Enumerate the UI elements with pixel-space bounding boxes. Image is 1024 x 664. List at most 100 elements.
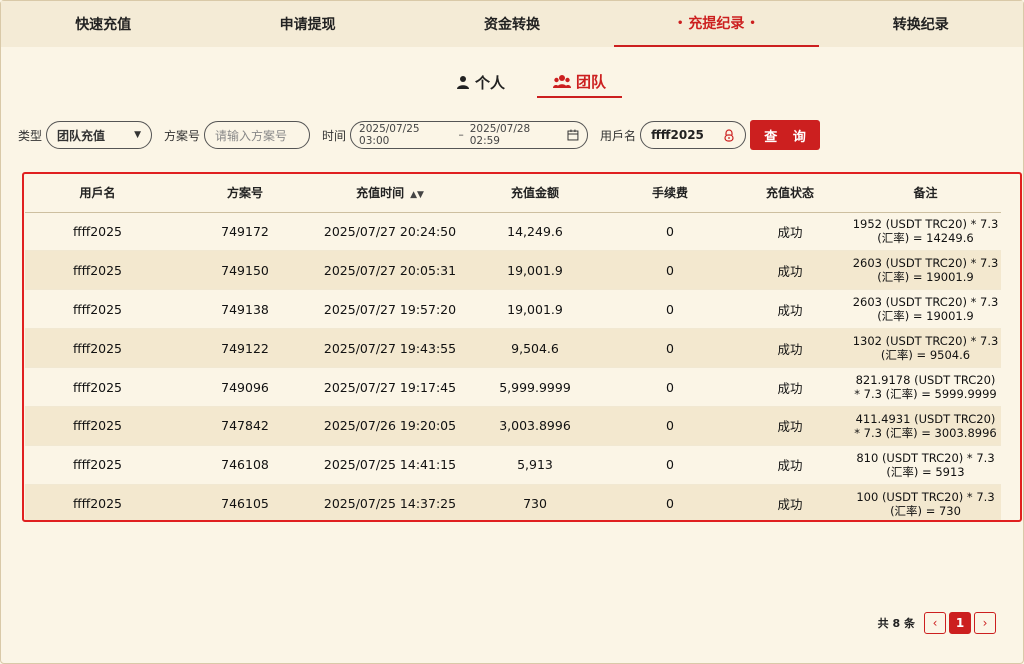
- col-note: 备注: [850, 174, 1001, 213]
- cell-note: 411.4931 (USDT TRC20) * 7.3 (汇率) = 3003.…: [850, 406, 1001, 446]
- cell-note: 1302 (USDT TRC20) * 7.3 (汇率) = 9504.6: [850, 328, 1001, 369]
- cell-username: ffff2025: [25, 212, 170, 252]
- tab-transfer-records[interactable]: 转换纪录: [819, 1, 1023, 47]
- time-label: 时间: [322, 128, 347, 143]
- cell-status: 成功: [730, 328, 850, 369]
- cell-status: 成功: [730, 367, 850, 407]
- top-tabs: 快速充值 申请提现 资金转换 • 充提纪录 • 转换纪录: [1, 1, 1023, 47]
- date-range-separator: –: [458, 129, 464, 141]
- scope-team[interactable]: 团队: [537, 66, 623, 98]
- type-select[interactable]: 团队充值 ▼: [46, 121, 153, 149]
- filter-bar: 类型 团队充值 ▼ 方案号 请输入方案号 时间 2025/07/25 03:00…: [18, 120, 821, 150]
- col-deposit-time-label: 充值时间: [356, 186, 405, 201]
- cell-amount: 5,913: [460, 445, 610, 485]
- tab-label: 资金转换: [483, 17, 540, 33]
- scope-personal[interactable]: 个人: [440, 66, 521, 98]
- tab-label: 快速充值: [75, 17, 132, 33]
- cell-note: 100 (USDT TRC20) * 7.3 (汇率) = 730: [850, 484, 1001, 520]
- calendar-icon: [567, 129, 579, 141]
- scope-toggle: 个人 团队: [440, 66, 623, 98]
- sort-icon[interactable]: ▲▼: [410, 190, 424, 200]
- cell-amount: 9,504.6: [460, 328, 610, 369]
- scope-personal-label: 个人: [475, 73, 506, 92]
- col-deposit-time[interactable]: 充值时间 ▲▼: [320, 174, 460, 213]
- cell-fee: 0: [610, 406, 730, 446]
- cell-amount: 14,249.6: [460, 212, 610, 252]
- cell-username: ffff2025: [25, 289, 170, 330]
- col-amount: 充值金额: [460, 174, 610, 213]
- chevron-left-icon: ‹: [932, 616, 938, 630]
- cell-note: 810 (USDT TRC20) * 7.3 (汇率) = 5913: [850, 445, 1001, 485]
- cell-fee: 0: [610, 328, 730, 369]
- cell-amount: 730: [460, 484, 610, 520]
- cell-status: 成功: [730, 289, 850, 330]
- cell-case-number: 749150: [170, 250, 320, 291]
- cell-case-number: 749138: [170, 289, 320, 330]
- cell-case-number: 749172: [170, 212, 320, 252]
- cell-case-number: 749122: [170, 328, 320, 369]
- cell-username: ffff2025: [25, 406, 170, 446]
- tab-label: 充提纪录: [688, 16, 745, 32]
- tab-quick-deposit[interactable]: 快速充值: [1, 1, 205, 47]
- tab-fund-transfer[interactable]: 资金转换: [410, 1, 614, 47]
- cell-case-number: 746105: [170, 484, 320, 520]
- table-row: ffff2025 749122 2025/07/27 19:43:55 9,50…: [25, 328, 1001, 369]
- cell-time: 2025/07/27 20:05:31: [320, 250, 460, 291]
- prev-page-button[interactable]: ‹: [924, 612, 946, 634]
- col-status: 充值状态: [730, 174, 850, 213]
- cell-time: 2025/07/27 19:43:55: [320, 328, 460, 369]
- cell-time: 2025/07/25 14:41:15: [320, 445, 460, 485]
- query-button[interactable]: 查 询: [750, 120, 821, 150]
- cell-status: 成功: [730, 250, 850, 291]
- next-page-button[interactable]: ›: [974, 612, 996, 634]
- cell-status: 成功: [730, 212, 850, 252]
- date-range-end: 2025/07/28 02:59: [469, 123, 531, 147]
- cell-username: ffff2025: [25, 367, 170, 407]
- cell-case-number: 749096: [170, 367, 320, 407]
- col-username: 用戶名: [25, 174, 170, 213]
- table-row: ffff2025 749138 2025/07/27 19:57:20 19,0…: [25, 289, 1001, 330]
- cell-time: 2025/07/26 19:20:05: [320, 406, 460, 446]
- cell-username: ffff2025: [25, 328, 170, 369]
- case-number-input[interactable]: 请输入方案号: [204, 121, 311, 149]
- col-fee: 手续费: [610, 174, 730, 213]
- active-dot-icon: •: [749, 17, 756, 29]
- username-value: ffff2025: [651, 128, 704, 142]
- active-dot-icon: •: [676, 17, 684, 29]
- date-range-start: 2025/07/25 03:00: [359, 123, 420, 147]
- username-input[interactable]: ffff2025: [640, 121, 747, 149]
- table-row: ffff2025 749096 2025/07/27 19:17:45 5,99…: [25, 367, 1001, 407]
- cell-fee: 0: [610, 289, 730, 330]
- cell-note: 821.9178 (USDT TRC20) * 7.3 (汇率) = 5999.…: [850, 367, 1001, 407]
- table-row: ffff2025 749150 2025/07/27 20:05:31 19,0…: [25, 250, 1001, 291]
- records-table: 用戶名 方案号 充值时间 ▲▼ 充值金额 手续费 充值状态 备注 ffff2025…: [25, 174, 1001, 520]
- cell-fee: 0: [610, 445, 730, 485]
- table-row: ffff2025 746105 2025/07/25 14:37:25 730 …: [25, 484, 1001, 520]
- date-range-picker[interactable]: 2025/07/25 03:00 – 2025/07/28 02:59: [350, 121, 589, 149]
- cell-amount: 5,999.9999: [460, 367, 610, 407]
- col-case-number: 方案号: [170, 174, 320, 213]
- cell-time: 2025/07/25 14:37:25: [320, 484, 460, 520]
- type-select-value: 团队充值: [57, 128, 106, 143]
- cell-amount: 19,001.9: [460, 250, 610, 291]
- pagination-total: 共 8 条: [877, 617, 915, 630]
- cell-note: 1952 (USDT TRC20) * 7.3 (汇率) = 14249.6: [850, 212, 1001, 252]
- cell-note: 2603 (USDT TRC20) * 7.3 (汇率) = 19001.9: [850, 250, 1001, 291]
- tab-label: 申请提现: [279, 17, 336, 33]
- page-button-current[interactable]: 1: [949, 612, 971, 634]
- cell-amount: 19,001.9: [460, 289, 610, 330]
- cell-case-number: 747842: [170, 406, 320, 446]
- case-number-placeholder: 请输入方案号: [215, 128, 288, 143]
- tab-label: 转换纪录: [892, 17, 949, 33]
- cell-amount: 3,003.8996: [460, 406, 610, 446]
- tab-withdraw[interactable]: 申请提现: [205, 1, 409, 47]
- cell-time: 2025/07/27 19:17:45: [320, 367, 460, 407]
- table-row: ffff2025 747842 2025/07/26 19:20:05 3,00…: [25, 406, 1001, 446]
- pagination: 共 8 条 ‹ 1 ›: [878, 612, 996, 634]
- tab-deposit-withdraw-records[interactable]: • 充提纪录 •: [614, 1, 819, 47]
- cell-fee: 0: [610, 484, 730, 520]
- cell-username: ffff2025: [25, 484, 170, 520]
- cell-fee: 0: [610, 212, 730, 252]
- cell-case-number: 746108: [170, 445, 320, 485]
- cell-fee: 0: [610, 250, 730, 291]
